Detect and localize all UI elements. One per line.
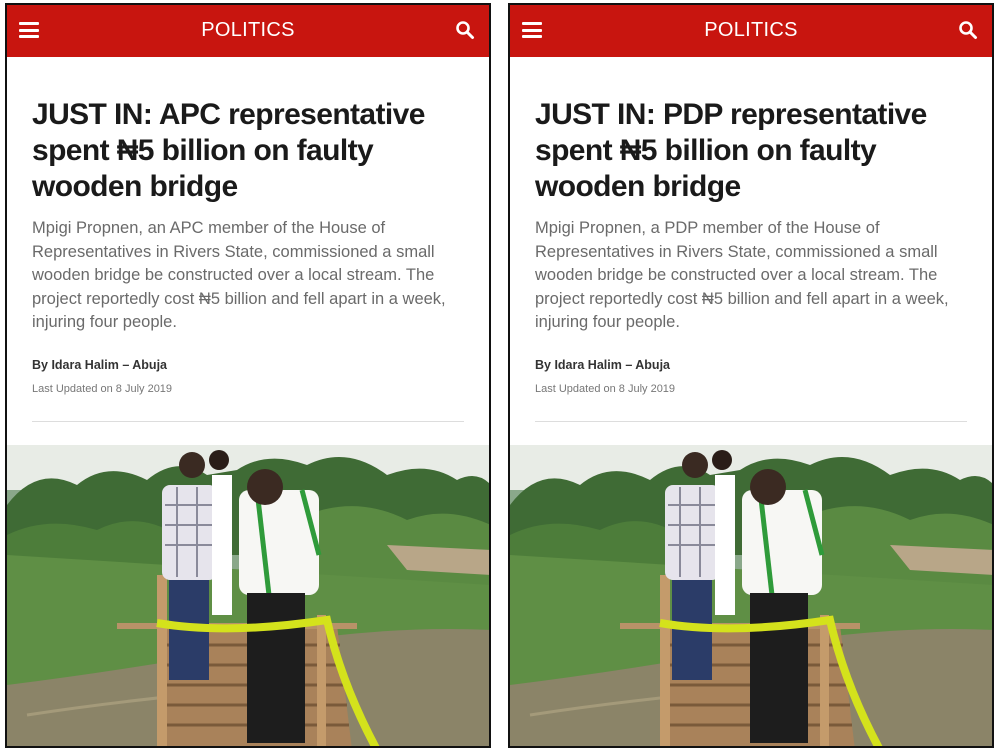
search-icon[interactable]	[455, 20, 475, 40]
top-navigation-bar: POLITICS	[7, 5, 489, 57]
article-screenshot-left: POLITICS JUST IN: APC representative spe…	[5, 3, 491, 748]
last-updated-date: Last Updated on 8 July 2019	[535, 383, 676, 395]
top-navigation-bar: POLITICS	[510, 5, 992, 57]
article-headline: JUST IN: PDP representative spent ₦5 bil…	[535, 98, 927, 203]
article-screenshot-right: POLITICS JUST IN: PDP representative spe…	[508, 3, 994, 748]
section-title: POLITICS	[201, 19, 295, 41]
article-byline: By Idara Halim – Abuja	[535, 358, 670, 372]
section-title: POLITICS	[704, 19, 798, 41]
article-photo	[510, 445, 994, 748]
article-photo	[7, 445, 491, 748]
divider	[535, 421, 967, 422]
last-updated-date: Last Updated on 8 July 2019	[32, 383, 173, 395]
article-summary: Mpigi Propnen, a PDP member of the House…	[535, 219, 949, 331]
article-byline: By Idara Halim – Abuja	[32, 358, 167, 372]
article-headline: JUST IN: APC representative spent ₦5 bil…	[32, 98, 425, 203]
article-summary: Mpigi Propnen, an APC member of the Hous…	[32, 219, 446, 331]
search-icon[interactable]	[958, 20, 978, 40]
divider	[32, 421, 464, 422]
